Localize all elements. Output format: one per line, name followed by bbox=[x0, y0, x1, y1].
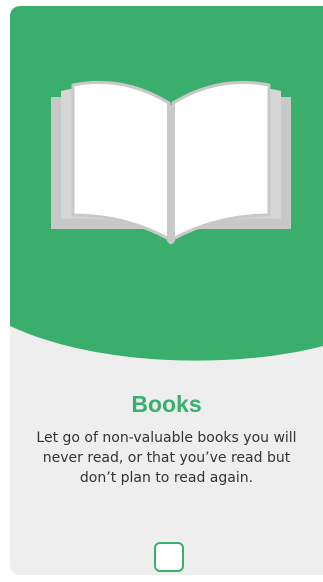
select-checkbox[interactable] bbox=[154, 542, 184, 572]
card-header bbox=[10, 6, 323, 366]
card-body: Books Let go of non-valuable books you w… bbox=[10, 390, 323, 488]
open-book-icon bbox=[51, 80, 291, 245]
category-card: Books Let go of non-valuable books you w… bbox=[10, 6, 323, 575]
card-description: Let go of non-valuable books you will ne… bbox=[36, 430, 297, 486]
card-title: Books bbox=[131, 391, 202, 417]
